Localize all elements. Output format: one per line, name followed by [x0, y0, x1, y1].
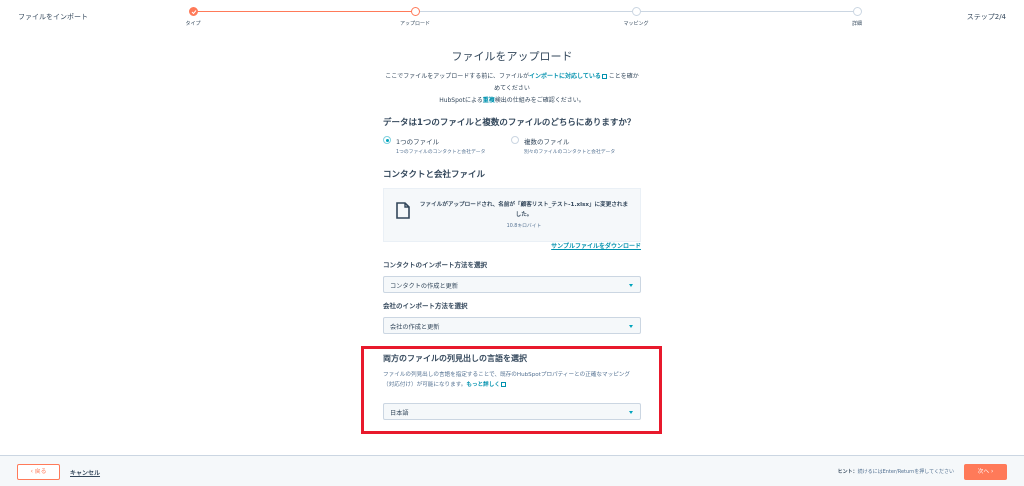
import-stepper-header: ファイルをインポート タイプ アップロード マッピング 詳細 ステップ2/4	[0, 0, 1024, 34]
radio-button[interactable]	[511, 136, 519, 144]
file-size: 10.8キロバイト	[506, 224, 542, 229]
progress-track-complete	[193, 11, 415, 12]
step-details-label: 詳細	[851, 21, 863, 27]
intro-text-part: 検出の仕組みをご確認ください。	[494, 97, 585, 104]
caret-down-icon	[629, 411, 633, 414]
step-type-label: タイプ	[185, 21, 201, 27]
footer-bar: ‹ 戻る キャンセル ヒント：続けるにはEnter/Returnを押してください…	[0, 455, 1024, 486]
language-section-title: 両方のファイルの列見出しの言語を選択	[383, 354, 527, 363]
check-icon	[191, 10, 197, 15]
hint-label: ヒント：	[837, 469, 858, 475]
import-title: ファイルをインポート	[18, 13, 88, 21]
caret-down-icon	[629, 325, 633, 328]
radio-label: 複数のファイル	[524, 138, 570, 146]
intro-text-part: ここでファイルをアップロードする前に、ファイルが	[385, 73, 530, 80]
duplicate-link[interactable]: 重複	[483, 97, 495, 104]
upload-success-message: ファイルがアップロードされ、名前が「顧客リスト_テスト-1.xlsx」に変更され…	[419, 202, 629, 218]
caret-down-icon	[629, 284, 633, 287]
step-counter: ステップ2/4	[966, 13, 1006, 21]
company-import-select[interactable]: 会社の作成と更新	[383, 317, 641, 334]
language-description-text: ファイルの列見出しの言語を指定することで、既存のHubSpotプロパティーとの正…	[383, 372, 630, 388]
radio-sublabel: 別々のファイルのコンタクトと会社データ	[524, 150, 616, 155]
external-link-icon	[601, 74, 607, 79]
select-value: 会社の作成と更新	[390, 324, 440, 331]
contact-import-label: コンタクトのインポート方法を選択	[383, 261, 487, 269]
select-value: コンタクトの作成と更新	[390, 283, 459, 290]
radio-sublabel: 1つのファイルのコンタクトと会社データ	[396, 150, 486, 155]
language-select[interactable]: 日本語	[383, 403, 641, 420]
file-count-question: データは1つのファイルと複数のファイルのどちらにありますか？	[383, 118, 636, 128]
next-button[interactable]: 次へ ›	[964, 464, 1007, 480]
step-upload-dot	[411, 7, 420, 16]
import-support-link[interactable]: インポートに対応している	[529, 73, 601, 80]
intro-text: ここでファイルをアップロードする前に、ファイルがインポートに対応している ことを…	[383, 71, 641, 107]
hint-text: 続けるにはEnter/Returnを押してください	[857, 469, 954, 475]
radio-label: 1つのファイル	[396, 138, 440, 146]
step-type-dot	[189, 7, 198, 16]
radio-one-file[interactable]: 1つのファイル 1つのファイルのコンタクトと会社データ	[383, 136, 485, 155]
radio-button-selected[interactable]	[383, 136, 391, 144]
file-icon	[396, 202, 410, 219]
step-mapping-dot	[632, 7, 641, 16]
download-sample-link[interactable]: サンプルファイルをダウンロード	[551, 241, 641, 250]
radio-multiple-files[interactable]: 複数のファイル 別々のファイルのコンタクトと会社データ	[511, 136, 615, 155]
language-description: ファイルの列見出しの言語を指定することで、既存のHubSpotプロパティーとの正…	[383, 370, 641, 390]
cancel-link[interactable]: キャンセル	[70, 468, 100, 477]
select-value: 日本語	[390, 410, 409, 417]
back-button[interactable]: ‹ 戻る	[17, 464, 60, 480]
step-upload-label: アップロード	[399, 21, 431, 27]
uploaded-file-card: ファイルがアップロードされ、名前が「顧客リスト_テスト-1.xlsx」に変更され…	[383, 188, 641, 242]
next-button-label: 次へ	[977, 469, 990, 475]
learn-more-link[interactable]: もっと詳しく	[466, 382, 500, 388]
external-link-icon	[500, 382, 506, 387]
file-section-title: コンタクトと会社ファイル	[383, 170, 486, 180]
back-button-label: 戻る	[34, 469, 47, 475]
intro-text-part: HubSpotによる	[439, 97, 483, 104]
step-details-dot	[853, 7, 862, 16]
step-mapping-label: マッピング	[623, 21, 649, 27]
page-title: ファイルをアップロード	[451, 50, 573, 63]
contact-import-select[interactable]: コンタクトの作成と更新	[383, 276, 641, 293]
company-import-label: 会社のインポート方法を選択	[383, 302, 468, 310]
keyboard-hint: ヒント：続けるにはEnter/Returnを押してください	[838, 468, 954, 475]
